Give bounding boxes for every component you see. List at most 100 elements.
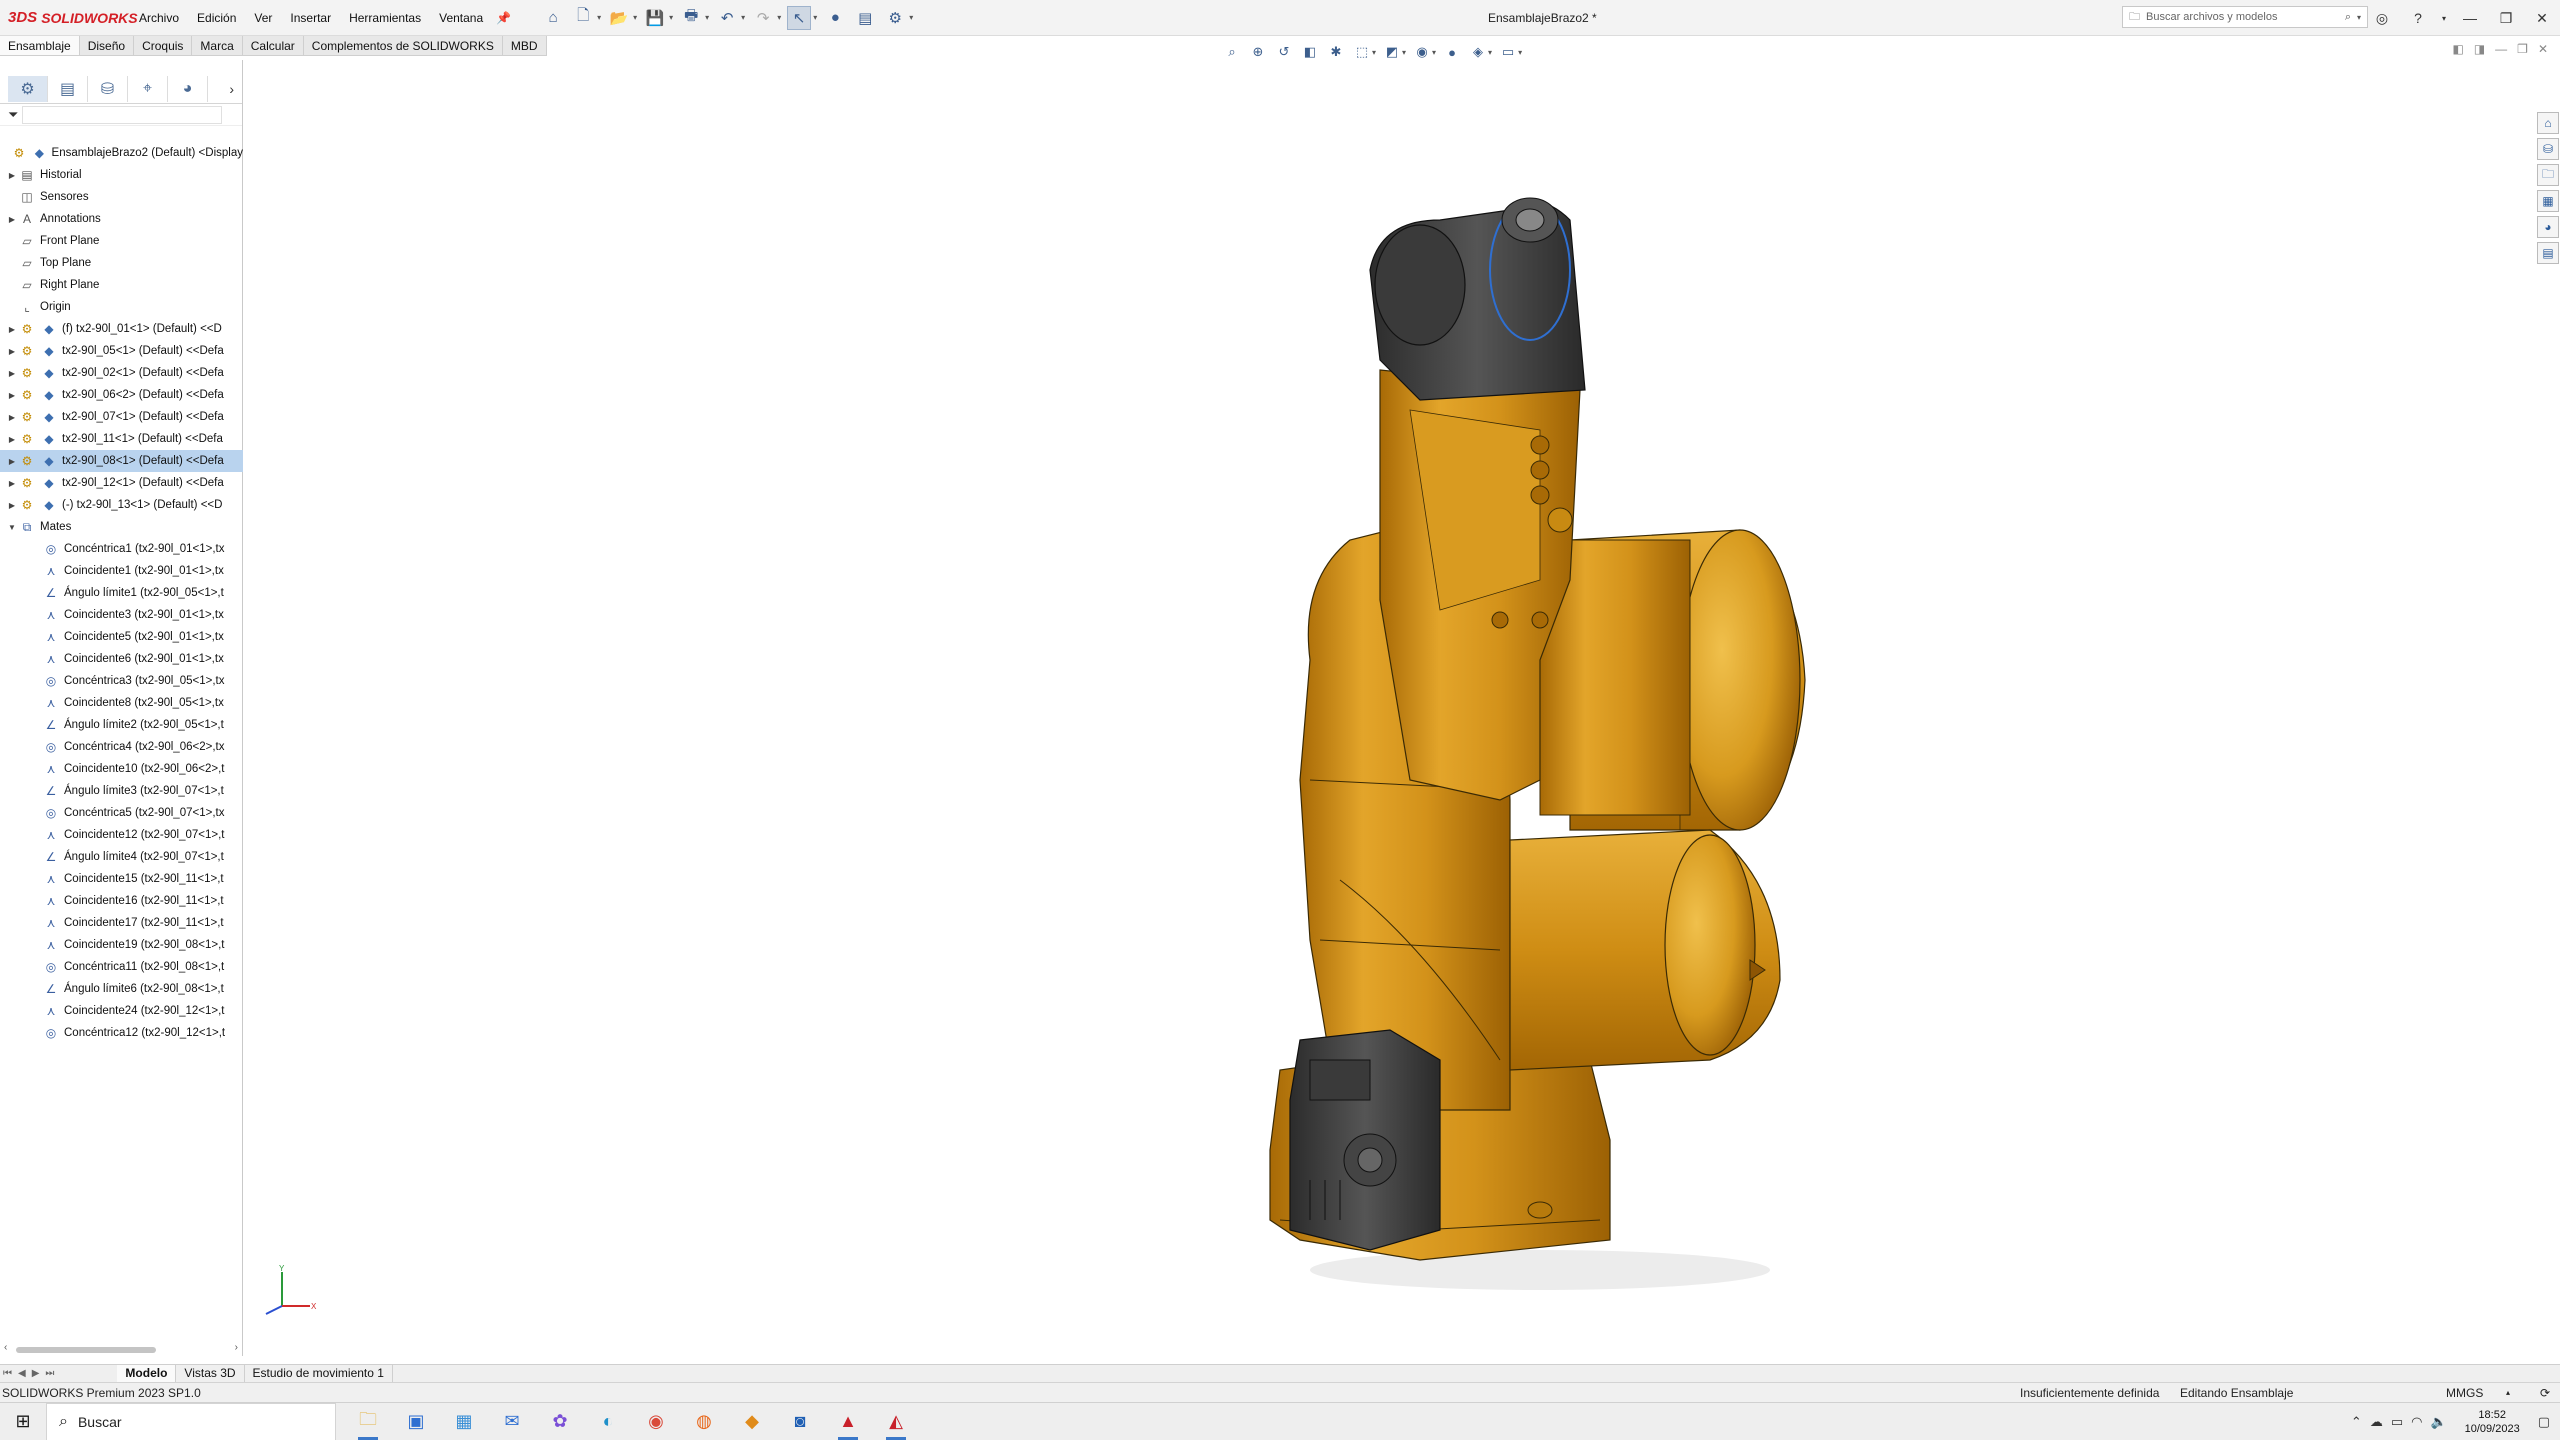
tree-mate-item[interactable]: ∠ Ángulo límite1 (tx2-90l_05<1>,t (0, 582, 243, 604)
taskbar-search-input[interactable]: Buscar (78, 1414, 122, 1430)
filter-input[interactable] (22, 105, 223, 124)
appearances-icon[interactable]: ◕ (2537, 216, 2559, 238)
solidworks-resources-icon[interactable]: ⌂ (2537, 112, 2559, 134)
expand-arrow-icon[interactable]: ▶ (6, 369, 18, 378)
home-icon[interactable]: ⌂ (541, 6, 565, 30)
menu-archivo[interactable]: Archivo (130, 0, 188, 36)
menu-ver[interactable]: Ver (245, 0, 281, 36)
file-explorer-icon[interactable]: 🗀 (2537, 164, 2559, 186)
minimize-icon[interactable]: — (2452, 10, 2488, 26)
tile-left-icon[interactable]: ◧ (2452, 42, 2463, 56)
firefox-app-icon[interactable]: ◍ (682, 1403, 726, 1440)
rebuild-status-icon[interactable]: ⟳ (2540, 1383, 2550, 1403)
tree-feature-item[interactable]: ⌞ Origin (0, 296, 243, 318)
tree-mate-item[interactable]: ∠ Ángulo límite3 (tx2-90l_07<1>,t (0, 780, 243, 802)
tree-component-item[interactable]: ▶ ⚙ ◆ tx2-90l_05<1> (Default) <<Defa (0, 340, 243, 362)
tree-mate-item[interactable]: ◎ Concéntrica11 (tx2-90l_08<1>,t (0, 956, 243, 978)
select-cursor-icon[interactable]: ↖ (787, 5, 812, 30)
save-icon[interactable]: 💾 (643, 6, 667, 30)
chevron-right-icon[interactable]: › (229, 81, 234, 97)
tree-feature-item[interactable]: ▶ A Annotations (0, 208, 243, 230)
mail-app-icon[interactable]: ✉ (490, 1403, 534, 1440)
next-tab-icon[interactable]: ▶ (29, 1368, 43, 1379)
menu-ventana[interactable]: Ventana (430, 0, 492, 36)
chevron-down-icon[interactable]: ▾ (1488, 48, 1492, 57)
tree-component-item[interactable]: ▶ ⚙ ◆ tx2-90l_07<1> (Default) <<Defa (0, 406, 243, 428)
copilot-app-icon[interactable]: ✿ (538, 1403, 582, 1440)
units-selector[interactable]: MMGS (2446, 1383, 2483, 1403)
chrome-app-icon[interactable]: ◉ (634, 1403, 678, 1440)
file-explorer-app-icon[interactable]: 🗀 (346, 1403, 390, 1440)
expand-arrow-icon[interactable]: ▶ (6, 413, 18, 422)
menu-herramientas[interactable]: Herramientas (340, 0, 430, 36)
dimxpert-tab-icon[interactable]: ⌖ (128, 75, 168, 102)
chevron-down-icon[interactable]: ▾ (597, 13, 601, 22)
tree-mate-item[interactable]: ⋏ Coincidente1 (tx2-90l_01<1>,tx (0, 560, 243, 582)
tree-mate-item[interactable]: ◎ Concéntrica12 (tx2-90l_12<1>,t (0, 1022, 243, 1044)
edge-app-icon[interactable]: ◐ (586, 1403, 630, 1440)
design-library-icon[interactable]: ⛁ (2537, 138, 2559, 160)
menu-insertar[interactable]: Insertar (281, 0, 340, 36)
expand-arrow-icon[interactable]: ▶ (6, 479, 18, 488)
tree-mates-folder[interactable]: ▼ ⧉ Mates (0, 516, 243, 538)
tree-mate-item[interactable]: ⋏ Coincidente24 (tx2-90l_12<1>,t (0, 1000, 243, 1022)
robot-arm-model[interactable] (1240, 180, 1840, 1310)
store-app-icon[interactable]: ▣ (394, 1403, 438, 1440)
tree-component-item[interactable]: ▶ ⚙ ◆ tx2-90l_12<1> (Default) <<Defa (0, 472, 243, 494)
tree-mate-item[interactable]: ⋏ Coincidente6 (tx2-90l_01<1>,tx (0, 648, 243, 670)
expand-arrow-icon[interactable]: ▶ (6, 347, 18, 356)
help-icon[interactable]: ? (2400, 10, 2436, 26)
undo-icon[interactable]: ↶ (715, 6, 739, 30)
filter-icon[interactable]: ⏷ (8, 107, 18, 123)
chevron-down-icon[interactable]: ▾ (1432, 48, 1436, 57)
tree-component-item[interactable]: ▶ ⚙ ◆ tx2-90l_06<2> (Default) <<Defa (0, 384, 243, 406)
expand-arrow-icon[interactable]: ▶ (6, 391, 18, 400)
edit-appearance-icon[interactable]: ● (1442, 42, 1462, 62)
chevron-down-icon[interactable]: ▾ (669, 13, 673, 22)
file-properties-icon[interactable]: ▤ (853, 6, 877, 30)
hide-show-items-icon[interactable]: ◉ (1412, 42, 1432, 62)
expand-arrow-icon[interactable]: ▶ (6, 171, 18, 180)
solidworks-app-icon[interactable]: ▲ (826, 1403, 870, 1440)
scroll-right-icon[interactable]: › (235, 1342, 238, 1353)
outlook-app-icon[interactable]: ◙ (778, 1403, 822, 1440)
tree-component-item[interactable]: ▶ ⚙ ◆ tx2-90l_02<1> (Default) <<Defa (0, 362, 243, 384)
close-icon[interactable]: ✕ (2524, 10, 2560, 27)
zoom-area-icon[interactable]: ⊕ (1248, 42, 1268, 62)
clock[interactable]: 18:52 10/09/2023 (2465, 1408, 2520, 1436)
tab-marca[interactable]: Marca (192, 36, 243, 55)
tree-component-item[interactable]: ▶ ⚙ ◆ tx2-90l_08<1> (Default) <<Defa (0, 450, 243, 472)
expand-arrow-icon[interactable]: ▼ (6, 523, 18, 532)
tree-feature-item[interactable]: ▶ ▤ Historial (0, 164, 243, 186)
new-document-icon[interactable]: 🗋 (571, 6, 595, 30)
show-hidden-icons-icon[interactable]: ⌃ (2351, 1414, 2362, 1430)
search-icon[interactable]: ⌕ (2345, 11, 2351, 24)
wifi-icon[interactable]: ◠ (2411, 1414, 2422, 1430)
expand-arrow-icon[interactable]: ▶ (6, 215, 18, 224)
tree-mate-item[interactable]: ⋏ Coincidente17 (tx2-90l_11<1>,t (0, 912, 243, 934)
tree-mate-item[interactable]: ◎ Concéntrica5 (tx2-90l_07<1>,tx (0, 802, 243, 824)
tree-mate-item[interactable]: ◎ Concéntrica1 (tx2-90l_01<1>,tx (0, 538, 243, 560)
tree-mate-item[interactable]: ∠ Ángulo límite2 (tx2-90l_05<1>,t (0, 714, 243, 736)
tree-feature-item[interactable]: ◫ Sensores (0, 186, 243, 208)
help-dropdown-icon[interactable]: ▾ (2436, 14, 2452, 23)
notifications-icon[interactable]: ▢ (2538, 1414, 2550, 1430)
pin-icon[interactable]: 📌 (496, 11, 511, 25)
apply-scene-icon[interactable]: ◈ (1468, 42, 1488, 62)
first-tab-icon[interactable]: ⏮ (0, 1368, 15, 1379)
view-settings-icon[interactable]: ▭ (1498, 42, 1518, 62)
chevron-down-icon[interactable]: ▾ (1372, 48, 1376, 57)
tree-mate-item[interactable]: ⋏ Coincidente16 (tx2-90l_11<1>,t (0, 890, 243, 912)
tree-mate-item[interactable]: ∠ Ángulo límite4 (tx2-90l_07<1>,t (0, 846, 243, 868)
options-gear-icon[interactable]: ⚙ (883, 6, 907, 30)
display-style-icon[interactable]: ◩ (1382, 42, 1402, 62)
scroll-left-icon[interactable]: ‹ (4, 1342, 7, 1353)
print-icon[interactable]: 🖶 (679, 6, 703, 30)
previous-view-icon[interactable]: ↺ (1274, 42, 1294, 62)
tab-complementos[interactable]: Complementos de SOLIDWORKS (303, 36, 503, 55)
display-manager-tab-icon[interactable]: ◕ (168, 75, 208, 102)
tree-component-item[interactable]: ▶ ⚙ ◆ (f) tx2-90l_01<1> (Default) <<D (0, 318, 243, 340)
tree-mate-item[interactable]: ∠ Ángulo límite6 (tx2-90l_08<1>,t (0, 978, 243, 1000)
tile-right-icon[interactable]: ◨ (2474, 42, 2485, 56)
chevron-down-icon[interactable]: ▾ (1518, 48, 1522, 57)
